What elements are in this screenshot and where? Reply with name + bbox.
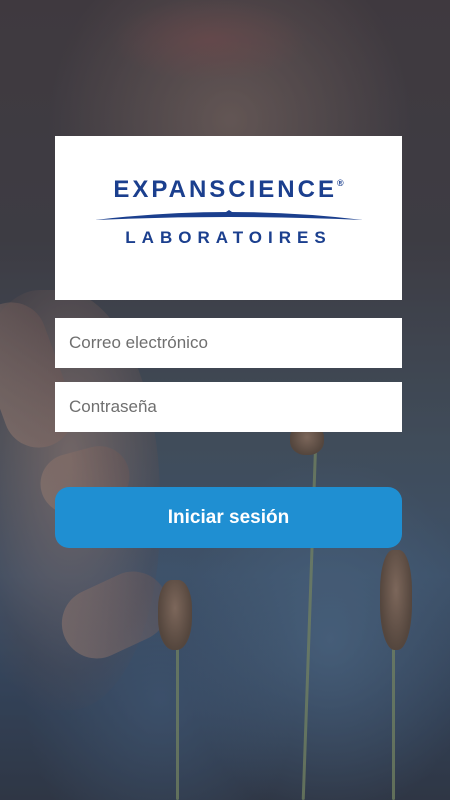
email-field[interactable]	[55, 318, 402, 368]
logo-card: EXPANSCIENCE® LABORATOIRES	[55, 136, 402, 300]
password-field[interactable]	[55, 382, 402, 432]
logo-swoosh-icon	[95, 210, 363, 220]
logo-subtitle: LABORATOIRES	[125, 228, 332, 247]
login-button[interactable]: Iniciar sesión	[55, 487, 402, 548]
logo-brand-name: EXPANSCIENCE®	[113, 176, 344, 203]
registered-mark: ®	[336, 178, 344, 188]
